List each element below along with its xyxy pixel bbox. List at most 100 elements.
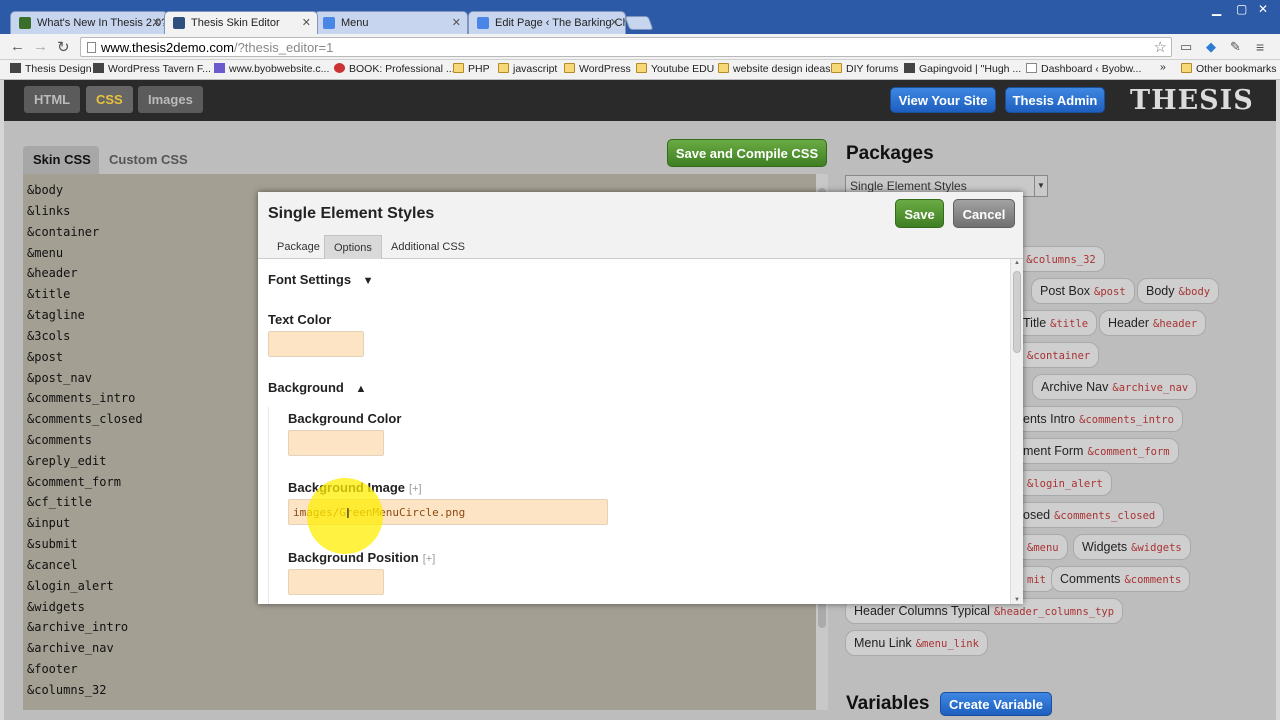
package-pill[interactable]: &container [1014,342,1100,368]
scroll-down-icon[interactable]: ▼ [1014,597,1020,603]
css-item[interactable]: &title [27,287,70,301]
css-item[interactable]: &menu [27,246,63,260]
css-item[interactable]: &cancel [27,558,78,572]
maximize-icon[interactable]: ▢ [1236,2,1247,16]
close-tab-icon[interactable]: ✕ [302,16,311,29]
nav-html[interactable]: HTML [24,86,81,113]
css-item[interactable]: &links [27,204,70,218]
package-pill[interactable]: Archive Nav &archive_nav [1032,374,1198,400]
package-pill[interactable]: Comments &comments [1051,566,1191,592]
package-pill[interactable]: Widgets &widgets [1073,534,1191,560]
expand-plus[interactable]: [+] [423,553,436,565]
extension-icon[interactable]: ▭ [1180,39,1192,55]
css-item[interactable]: &comments [27,433,92,447]
minimize-icon[interactable]: ▁ [1212,2,1221,16]
close-tab-icon[interactable]: ✕ [610,16,619,29]
close-tab-icon[interactable]: ✕ [452,16,461,29]
css-item[interactable]: &columns_32 [27,683,106,697]
wrench-icon[interactable]: ✎ [1230,39,1241,55]
css-item[interactable]: &reply_edit [27,454,106,468]
css-item[interactable]: &tagline [27,308,85,322]
css-item[interactable]: &archive_intro [27,620,128,634]
modal-cancel-button[interactable]: Cancel [953,199,1015,228]
expand-plus[interactable]: [+] [409,483,422,495]
package-pill[interactable]: ment Form &comment_form [1014,438,1179,464]
css-item[interactable]: &post_nav [27,371,92,385]
css-item[interactable]: &comments_intro [27,391,135,405]
nav-images[interactable]: Images [138,86,203,113]
thesis-admin-button[interactable]: Thesis Admin [1005,87,1105,113]
save-compile-css-button[interactable]: Save and Compile CSS [667,139,827,167]
package-pill[interactable]: &login_alert [1014,470,1112,496]
css-item[interactable]: &footer [27,662,78,676]
scrollbar-thumb[interactable] [1013,271,1021,353]
bookmark-folder-php[interactable]: PHP [453,63,490,75]
package-pill[interactable]: ents Intro &comments_intro [1014,406,1183,432]
bookmark-label: javascript [513,63,558,75]
css-item[interactable]: &cf_title [27,495,92,509]
background-toggle[interactable]: Background ▲ [268,380,366,395]
modal-save-button[interactable]: Save [895,199,944,228]
package-pill[interactable]: Title &title [1014,310,1098,336]
modal-scrollbar[interactable]: ▲ ▼ [1010,259,1023,604]
tab-custom-css[interactable]: Custom CSS [99,146,198,174]
address-bar[interactable]: www.thesis2demo.com/?thesis_editor=1 ☆ [80,37,1172,57]
bookmark-folder-youtube-edu[interactable]: Youtube EDU [636,63,714,75]
bookmark-folder-website-design[interactable]: website design ideas [718,63,830,75]
close-tab-icon[interactable]: ✕ [152,16,161,29]
css-item[interactable]: &login_alert [27,579,114,593]
view-your-site-button[interactable]: View Your Site [890,87,996,113]
text-color-input[interactable] [268,331,364,357]
package-pill[interactable]: Post Box &post [1031,278,1135,304]
css-item[interactable]: &body [27,183,63,197]
menu-icon[interactable]: ≡ [1256,39,1264,55]
tab-additional-css[interactable]: Additional CSS [382,235,474,259]
bookmark-item[interactable]: Thesis Design [10,63,92,75]
css-item[interactable]: &3cols [27,329,70,343]
bookmark-item[interactable]: Gapingvoid | "Hugh ... [904,63,1021,75]
css-item[interactable]: &post [27,350,63,364]
bookmark-folder-javascript[interactable]: javascript [498,63,557,75]
forward-arrow-icon[interactable]: → [33,38,48,55]
bookmark-folder-diy-forums[interactable]: DIY forums [831,63,898,75]
bookmarks-overflow-icon[interactable]: » [1160,61,1166,73]
font-settings-toggle[interactable]: Font Settings ▼ [268,272,374,287]
package-pill[interactable]: Body &body [1137,278,1220,304]
css-item[interactable]: &input [27,516,70,530]
tab-options[interactable]: Options [324,235,382,259]
reload-icon[interactable]: ↻ [57,38,70,56]
bookmark-folder-wordpress[interactable]: WordPress [564,63,631,75]
css-item[interactable]: &submit [27,537,78,551]
bookmark-star-icon[interactable]: ☆ [1154,38,1167,56]
package-pill[interactable]: Header &header [1099,310,1207,336]
css-item[interactable]: &comment_form [27,475,121,489]
back-arrow-icon[interactable]: ← [10,38,25,55]
nav-css[interactable]: CSS [86,86,133,113]
package-pill[interactable]: Menu Link &menu_link [845,630,988,656]
tab-skin-css[interactable]: Skin CSS [23,146,99,174]
css-item[interactable]: &archive_nav [27,641,114,655]
new-tab-button[interactable] [624,16,654,30]
css-item[interactable]: &header [27,266,78,280]
browser-tab-menu[interactable]: Menu ✕ [314,11,468,34]
css-item[interactable]: &widgets [27,600,85,614]
window-close-icon[interactable]: ✕ [1258,2,1268,16]
tab-favicon-icon [477,17,489,29]
bookmark-item[interactable]: www.byobwebsite.c... [214,63,329,75]
tab-package[interactable]: Package [268,235,329,259]
bookmark-item[interactable]: Dashboard ‹ Byobw... [1026,63,1141,75]
browser-tab-edit-page[interactable]: Edit Page ‹ The Barking Ch ✕ [468,11,626,34]
create-variable-button[interactable]: Create Variable [940,692,1052,716]
scroll-up-icon[interactable]: ▲ [1014,260,1020,266]
css-item[interactable]: &container [27,225,99,239]
package-pill[interactable]: osed &comments_closed [1014,502,1165,528]
bookmark-item[interactable]: WordPress Tavern F... [93,63,211,75]
background-color-input[interactable] [288,430,384,456]
bookmark-folder-other[interactable]: Other bookmarks [1181,63,1277,75]
bookmark-item[interactable]: BOOK: Professional ... [334,63,455,75]
extension-blue-icon[interactable]: ◆ [1206,39,1216,55]
background-position-input[interactable] [288,569,384,595]
css-item[interactable]: &comments_closed [27,412,143,426]
browser-tab-whats-new[interactable]: What's New In Thesis 2.0? ✕ [10,11,168,34]
browser-tab-skin-editor[interactable]: Thesis Skin Editor ✕ [164,11,318,34]
